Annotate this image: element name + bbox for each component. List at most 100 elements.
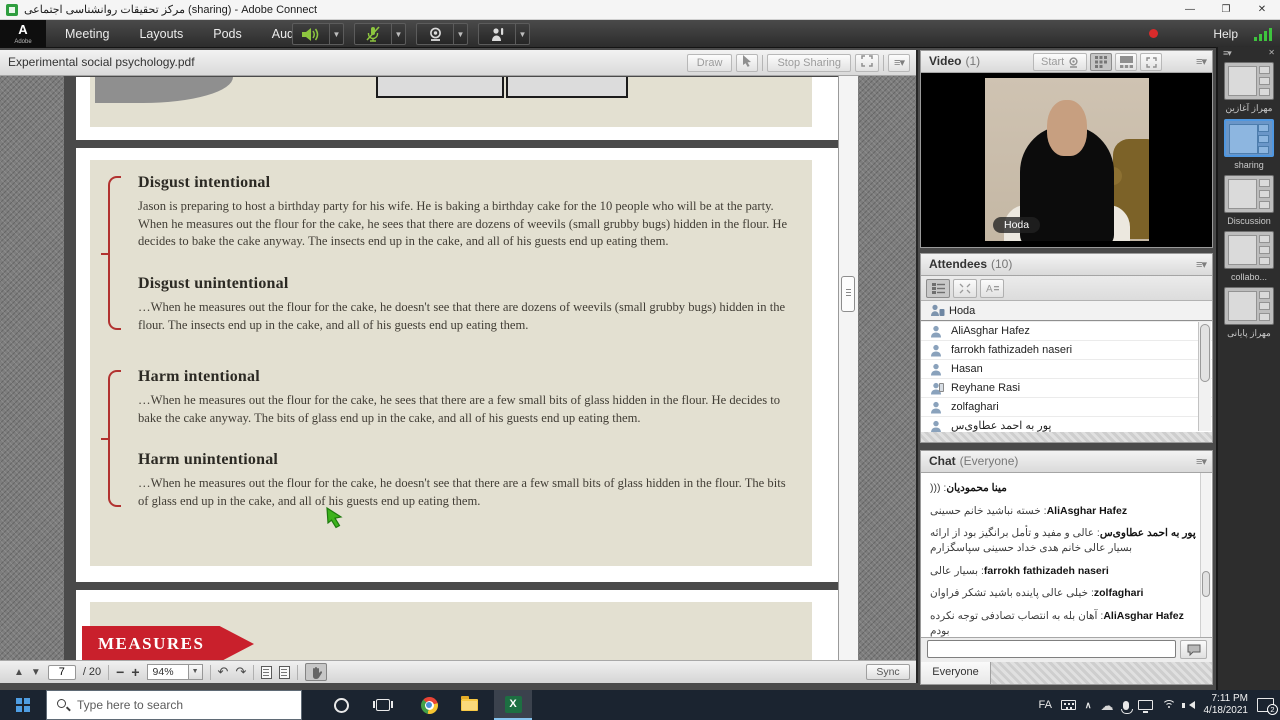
tray-date: 4/18/2021: [1204, 705, 1249, 718]
volume-icon[interactable]: [1185, 701, 1195, 709]
attendees-scrollbar-thumb[interactable]: [1200, 324, 1210, 382]
layout-item[interactable]: Discussion: [1218, 175, 1280, 226]
shared-file-name: Experimental social psychology.pdf: [8, 50, 195, 75]
share-scrollbar-thumb[interactable]: [841, 276, 855, 312]
video-pod-menu-icon[interactable]: ≡▾: [1196, 55, 1206, 68]
maximize-button[interactable]: ❐: [1208, 0, 1244, 20]
attendee-list: AliAsghar Hafez farrokh fathizadeh naser…: [921, 322, 1212, 432]
filmstrip-view-button[interactable]: [1115, 53, 1137, 71]
cortana-button[interactable]: [322, 690, 360, 720]
onedrive-icon[interactable]: ☁: [1101, 699, 1114, 712]
taskbar-search[interactable]: Type here to search: [46, 690, 302, 720]
slide-decoration: [95, 77, 233, 103]
menu-bar: A Adobe MeetingLayoutsPodsAudio ▼: [0, 20, 1280, 48]
start-webcam-button[interactable]: Start: [1033, 53, 1087, 71]
chrome-button[interactable]: [410, 690, 448, 720]
excel-button-active[interactable]: X: [494, 690, 532, 720]
task-view-button[interactable]: [364, 690, 402, 720]
layout-item[interactable]: sharing: [1218, 119, 1280, 170]
clock[interactable]: 7:11 PM 4/18/2021: [1204, 693, 1249, 718]
layout-item[interactable]: collabo...: [1218, 231, 1280, 282]
pointer-button[interactable]: [736, 54, 758, 72]
webcam-small-icon: [1068, 57, 1079, 68]
share-pod-menu-icon[interactable]: ≡▾: [888, 54, 910, 72]
menu-item[interactable]: Meeting: [50, 20, 124, 48]
close-button[interactable]: ✕: [1244, 0, 1280, 20]
hand-tool-button[interactable]: [305, 663, 327, 681]
chat-pod-menu-icon[interactable]: ≡▾: [1196, 455, 1206, 468]
layout-thumbnail[interactable]: [1224, 287, 1274, 325]
attendee-row[interactable]: farrokh fathizadeh naseri: [921, 341, 1212, 360]
language-indicator[interactable]: FA: [1038, 699, 1051, 711]
attendee-status-view-button[interactable]: [926, 279, 950, 298]
stop-sharing-button[interactable]: Stop Sharing: [767, 54, 851, 72]
minimize-button[interactable]: —: [1172, 0, 1208, 20]
page-up-button[interactable]: ▲: [14, 667, 24, 678]
tab-everyone[interactable]: Everyone: [921, 662, 991, 684]
continuous-view-icon[interactable]: [279, 666, 290, 679]
zoom-in-button[interactable]: +: [131, 664, 139, 680]
attendees-pod-menu-icon[interactable]: ≡▾: [1196, 258, 1206, 271]
raise-hand-button[interactable]: [478, 23, 516, 45]
action-center-icon[interactable]: 2: [1257, 698, 1274, 712]
microphone-dropdown[interactable]: ▼: [392, 23, 406, 45]
video-pod-title: Video: [929, 54, 961, 68]
microphone-button[interactable]: [354, 23, 392, 45]
attendee-row[interactable]: zolfaghari: [921, 398, 1212, 417]
layout-thumbnail[interactable]: [1224, 62, 1274, 100]
raise-hand-dropdown[interactable]: ▼: [516, 23, 530, 45]
speaker-dropdown[interactable]: ▼: [330, 23, 344, 45]
help-menu[interactable]: Help: [1213, 20, 1238, 48]
fullscreen-button[interactable]: [855, 54, 879, 72]
rotate-right-button[interactable]: ↷: [235, 664, 246, 680]
video-fullscreen-button[interactable]: [1140, 53, 1162, 71]
layout-item[interactable]: مهراز آغازین: [1218, 62, 1280, 114]
attendee-row[interactable]: Hasan: [921, 360, 1212, 379]
zoom-select[interactable]: 94% ▼: [147, 664, 203, 680]
share-scrollbar[interactable]: [838, 76, 858, 660]
sync-button[interactable]: Sync: [866, 664, 910, 680]
attendee-row[interactable]: AliAsghar Hafez: [921, 322, 1212, 341]
attendee-options-button[interactable]: A: [980, 279, 1004, 298]
window-title: مرکز تحقیقات روانشناسی اجتماعی (sharing)…: [24, 0, 317, 20]
single-page-view-icon[interactable]: [261, 666, 272, 679]
attendee-row[interactable]: Reyhane Rasi: [921, 379, 1212, 398]
attendees-scrollbar[interactable]: [1198, 322, 1211, 431]
layouts-menu-icon[interactable]: ≡▾: [1223, 48, 1231, 59]
slide-section: Harm intentional …When he measures out t…: [138, 368, 788, 427]
layout-thumbnail[interactable]: [1224, 119, 1274, 157]
zoom-caret-icon[interactable]: ▼: [189, 664, 203, 680]
chat-scrollbar-thumb[interactable]: [1202, 571, 1210, 597]
file-explorer-button[interactable]: [450, 690, 488, 720]
keyboard-icon[interactable]: [1061, 700, 1076, 710]
chat-messages: مینا محمودیان: ((( AliAsghar Hafez: خسته…: [921, 473, 1212, 638]
layout-item[interactable]: مهراز پایانی: [1218, 287, 1280, 339]
share-pod: Experimental social psychology.pdf Draw …: [0, 50, 918, 683]
attendee-row[interactable]: پور به احمد عطاوی‌س: [921, 417, 1212, 432]
draw-button[interactable]: Draw: [687, 54, 733, 72]
tray-microphone-icon[interactable]: [1123, 701, 1129, 710]
page-number-input[interactable]: [48, 665, 76, 680]
page-down-button[interactable]: ▼: [31, 667, 41, 678]
chat-input[interactable]: [927, 640, 1176, 658]
breakout-view-button[interactable]: [953, 279, 977, 298]
send-message-button[interactable]: [1180, 640, 1207, 659]
speaker-button[interactable]: [292, 23, 330, 45]
webcam-button[interactable]: [416, 23, 454, 45]
layouts-close-icon[interactable]: ✕: [1268, 48, 1275, 57]
webcam-dropdown[interactable]: ▼: [454, 23, 468, 45]
tray-expand-icon[interactable]: ∧: [1085, 700, 1092, 711]
grid-view-button[interactable]: [1090, 53, 1112, 71]
chat-scrollbar[interactable]: [1200, 473, 1211, 637]
layout-thumbnail[interactable]: [1224, 231, 1274, 269]
menu-item[interactable]: Layouts: [124, 20, 198, 48]
layout-thumbnail[interactable]: [1224, 175, 1274, 213]
wifi-icon[interactable]: [1162, 700, 1176, 710]
start-button[interactable]: [0, 690, 46, 720]
slide-section: Harm unintentional …When he measures out…: [138, 451, 788, 510]
zoom-out-button[interactable]: −: [116, 664, 124, 680]
rotate-left-button[interactable]: ↶: [218, 664, 229, 680]
display-icon[interactable]: [1138, 700, 1153, 710]
menu-item[interactable]: Pods: [198, 20, 257, 48]
presenter-row[interactable]: Hoda: [921, 301, 1212, 321]
